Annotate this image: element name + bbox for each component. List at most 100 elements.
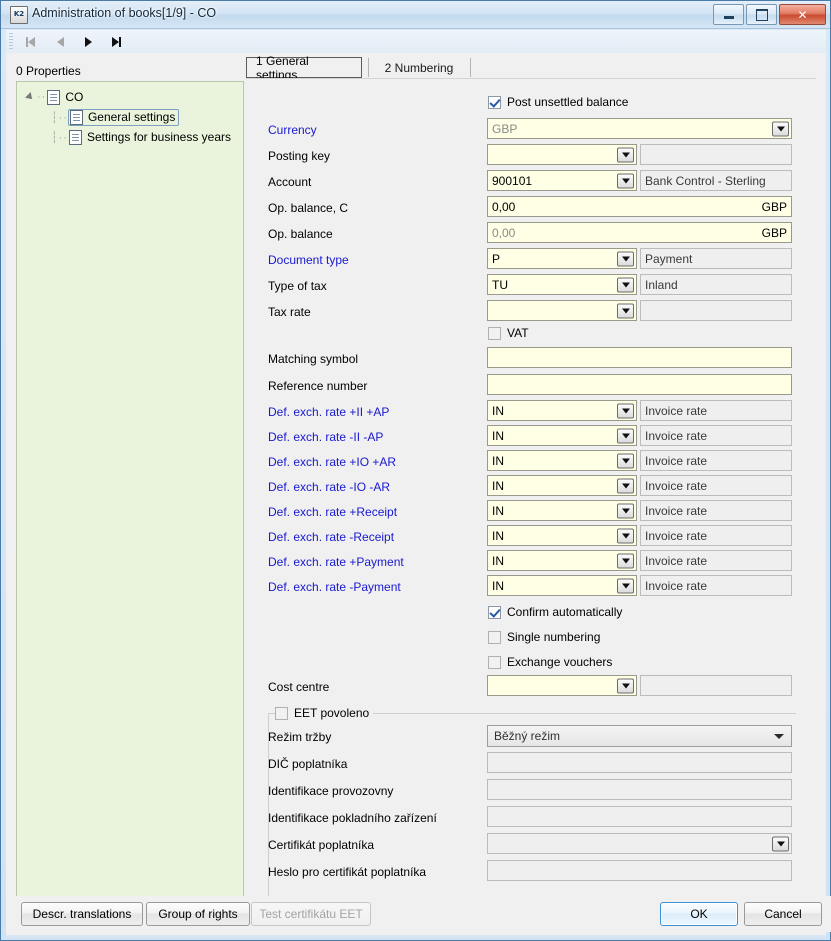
document-icon [69,109,83,125]
exch-rate-0-dropdown-button[interactable] [617,403,634,418]
currency-dropdown-button[interactable] [772,121,789,136]
tab-numbering[interactable]: 2 Numbering [374,57,464,78]
eet-enabled-checkbox[interactable]: EET povoleno [275,706,374,720]
dialog-button-bar: Descr. translations Group of rights Test… [11,896,831,932]
exch-rate-1-field[interactable]: IN [487,425,637,446]
rezim-trzby-combo[interactable]: Běžný režim [487,725,792,747]
op-balance-field: 0,00 GBP [487,222,792,243]
properties-label-text: 0 Properties [16,64,81,78]
previous-record-button[interactable] [48,32,72,51]
heslo-pro-certifikat-field [487,860,792,881]
exch-rate-1-description: Invoice rate [640,425,792,446]
first-record-button[interactable] [18,32,42,51]
last-record-icon [111,36,121,47]
test-certifikatu-eet-label: Test certifikátu EET [259,907,363,921]
certifikat-poplatnika-dropdown-button[interactable] [772,836,789,851]
tab-panel-general-settings: Post unsettled balance Currency GBP Post… [246,78,816,907]
expand-collapse-icon[interactable] [25,92,35,102]
rezim-trzby-label: Režim tržby [268,730,332,744]
exch-rate-1-dropdown-button[interactable] [617,428,634,443]
exch-rate-3-dropdown-button[interactable] [617,478,634,493]
title-bar: K2 Administration of books[1/9] - CO ✕ [1,1,830,29]
next-record-button[interactable] [76,32,100,51]
checkbox-label: Exchange vouchers [507,655,613,669]
exch-rate-2-field[interactable]: IN [487,450,637,471]
group-of-rights-button[interactable]: Group of rights [146,902,250,926]
app-icon: K2 [10,6,28,24]
application-window: K2 Administration of books[1/9] - CO ✕ 0… [0,0,831,941]
account-value: 900101 [492,173,533,188]
single-numbering-checkbox[interactable]: Single numbering [488,630,600,644]
properties-tree[interactable]: ·· CO ┆·· General settings ┆·· Settings … [16,81,244,901]
tree-item-general-settings[interactable]: ┆·· General settings [51,108,180,126]
currency-value: GBP [492,121,518,136]
currency-field[interactable]: GBP [487,118,792,139]
tree-item-co[interactable]: ·· CO [25,88,83,106]
account-field[interactable]: 900101 [487,170,637,191]
identifikace-provozovny-field [487,779,792,800]
tax-rate-dropdown-button[interactable] [617,303,634,318]
exch-rate-4-value: IN [492,503,504,518]
tab-general-settings[interactable]: 1 General settings [246,54,362,82]
confirm-automatically-checkbox[interactable]: Confirm automatically [488,605,622,619]
exch-rate-6-dropdown-button[interactable] [617,553,634,568]
identifikace-provozovny-label: Identifikace provozovny [268,784,394,798]
tree-connector: ┆·· [51,111,68,124]
exchange-vouchers-checkbox[interactable]: Exchange vouchers [488,655,612,669]
op-balance-c-currency: GBP [761,199,787,214]
checkbox-label: Post unsettled balance [507,95,629,109]
type-of-tax-field[interactable]: TU [487,274,637,295]
cancel-button[interactable]: Cancel [744,902,822,926]
exch-rate-3-field[interactable]: IN [487,475,637,496]
minimize-button[interactable] [713,4,744,25]
toolbar-grip[interactable] [9,33,13,50]
tax-rate-field[interactable] [487,300,637,321]
account-label: Account [268,175,312,189]
exch-rate-4-dropdown-button[interactable] [617,503,634,518]
document-type-field[interactable]: P [487,248,637,269]
checkbox-icon [488,95,501,109]
tax-rate-label: Tax rate [268,305,311,319]
post-unsettled-balance-checkbox[interactable]: Post unsettled balance [488,95,628,109]
document-type-value: P [492,251,501,266]
exch-rate-4-field[interactable]: IN [487,500,637,521]
document-type-dropdown-button[interactable] [617,251,634,266]
account-dropdown-button[interactable] [617,173,634,188]
exch-rate-3-value: IN [492,478,504,493]
descr-translations-button[interactable]: Descr. translations [21,902,143,926]
tree-item-business-years[interactable]: ┆·· Settings for business years [51,128,231,146]
ok-label: OK [690,907,708,921]
minimize-icon [714,5,743,24]
next-record-icon [84,36,92,47]
matching-symbol-field[interactable] [487,347,792,368]
exch-rate-6-field[interactable]: IN [487,550,637,571]
type-of-tax-description: Inland [640,274,792,295]
type-of-tax-dropdown-button[interactable] [617,277,634,292]
close-button[interactable]: ✕ [779,4,826,25]
exch-rate-1-label: Def. exch. rate -II -AP [268,430,384,444]
tree-selection-highlight: General settings [67,108,180,126]
cancel-label: Cancel [764,907,802,921]
exch-rate-6-description-value: Invoice rate [645,553,708,568]
exch-rate-5-field[interactable]: IN [487,525,637,546]
posting-key-dropdown-button[interactable] [617,147,634,162]
exch-rate-0-field[interactable]: IN [487,400,637,421]
documents-stack-icon [68,128,85,145]
reference-number-field[interactable] [487,374,792,395]
exch-rate-2-dropdown-button[interactable] [617,453,634,468]
exch-rate-7-field[interactable]: IN [487,575,637,596]
exch-rate-7-dropdown-button[interactable] [617,578,634,593]
type-of-tax-description-value: Inland [645,277,678,292]
tab-strip: 1 General settings 2 Numbering [246,54,816,82]
maximize-button[interactable] [746,4,777,25]
checkbox-label: Single numbering [507,630,601,644]
last-record-button[interactable] [104,32,128,51]
vat-checkbox[interactable]: VAT [488,326,529,340]
ok-button[interactable]: OK [660,902,738,926]
exch-rate-5-dropdown-button[interactable] [617,528,634,543]
posting-key-field[interactable] [487,144,637,165]
exch-rate-2-description-value: Invoice rate [645,453,708,468]
cost-centre-field[interactable] [487,675,637,696]
op-balance-c-field[interactable]: 0,00 GBP [487,196,792,217]
cost-centre-dropdown-button[interactable] [617,678,634,693]
